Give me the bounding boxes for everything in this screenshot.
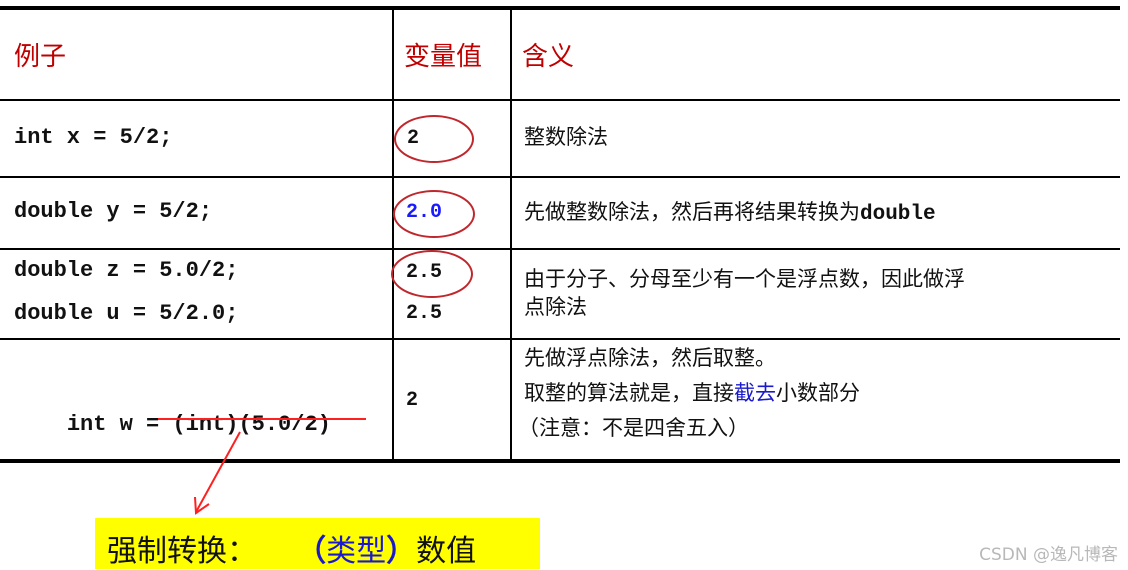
meaning-w-line3: （注意：不是四舍五入） — [518, 416, 749, 440]
code-int-x: int x = 5/2; — [14, 125, 173, 150]
callout-type: 类型 — [326, 534, 387, 569]
meaning-w-line2-after: 小数部分 — [776, 381, 860, 405]
column-divider — [392, 8, 394, 461]
code-double-y: double y = 5/2; — [14, 199, 213, 224]
arrow-head — [194, 496, 210, 515]
value-x: 2 — [407, 127, 420, 150]
meaning-w: 先做浮点除法，然后取整。 取整的算法就是，直接截去小数部分 （注意：不是四舍五入… — [518, 341, 860, 446]
callout-value: 数值 — [416, 534, 477, 569]
code-double-z: double z = 5.0/2; — [14, 258, 239, 283]
code-int-w: int w = (int)(5.0/2) — [14, 387, 331, 462]
callout-close-paren: ） — [386, 534, 417, 569]
table-top-border — [0, 6, 1120, 10]
value-w: 2 — [406, 389, 419, 412]
header-meaning: 含义 — [522, 42, 575, 72]
meaning-x: 整数除法 — [524, 125, 608, 149]
code-int-w-prefix: int w = — [66, 412, 173, 437]
truncate-highlight: 截去 — [734, 381, 776, 405]
row-divider — [0, 248, 1120, 250]
callout-open-paren: （ — [296, 534, 327, 569]
meaning-zu-line2: 点除法 — [524, 295, 587, 319]
meaning-y-text: 先做整数除法，然后再将结果转换为 — [524, 200, 860, 224]
meaning-zu: 由于分子、分母至少有一个是浮点数，因此做浮 点除法 — [524, 265, 965, 321]
cast-expression: (int)(5.0/2) — [172, 412, 331, 437]
value-highlight-circle — [394, 115, 474, 163]
meaning-w-line1: 先做浮点除法，然后取整。 — [524, 346, 776, 370]
callout-text: 强制转换： （类型）数值 — [107, 526, 476, 570]
row-divider — [0, 176, 1120, 178]
cast-syntax-callout: 强制转换： （类型）数值 — [95, 518, 540, 569]
value-u: 2.5 — [406, 302, 443, 325]
meaning-w-line2-before: 取整的算法就是，直接 — [524, 381, 734, 405]
header-value: 变量值 — [404, 42, 483, 72]
meaning-w-line2: 取整的算法就是，直接截去小数部分 — [524, 376, 860, 411]
meaning-y: 先做整数除法，然后再将结果转换为double — [524, 198, 936, 229]
meaning-y-type: double — [860, 203, 936, 226]
code-double-u: double u = 5/2.0; — [14, 301, 239, 326]
callout-label: 强制转换： — [107, 534, 257, 569]
value-y: 2.0 — [406, 201, 443, 224]
row-divider — [0, 99, 1120, 101]
meaning-zu-line1: 由于分子、分母至少有一个是浮点数，因此做浮 — [524, 267, 965, 291]
column-divider — [510, 8, 512, 461]
value-z: 2.5 — [406, 261, 443, 284]
watermark: CSDN @逸凡博客 — [979, 545, 1118, 565]
header-example: 例子 — [14, 42, 67, 72]
row-divider — [0, 338, 1120, 340]
